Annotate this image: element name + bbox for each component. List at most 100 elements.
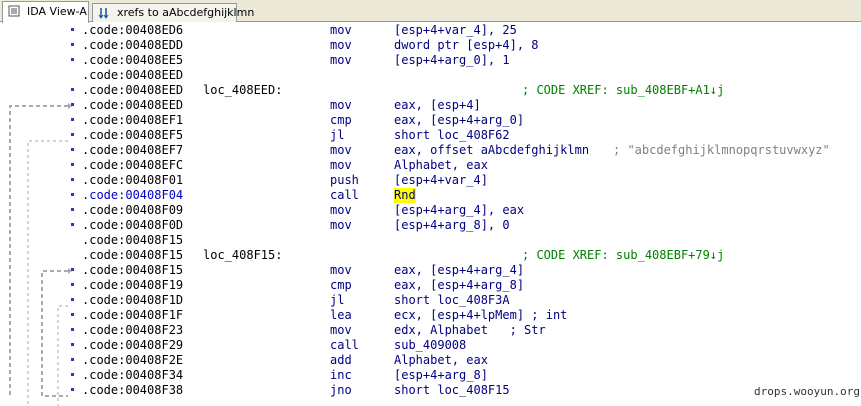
address[interactable]: .code:00408EF5: [82, 128, 183, 143]
address[interactable]: .code:00408F23: [82, 323, 183, 338]
address[interactable]: .code:00408F1F: [82, 308, 183, 323]
operand[interactable]: eax, [esp+4+arg_4]: [394, 263, 524, 278]
address[interactable]: .code:00408F19: [82, 278, 183, 293]
mnemonic: mov: [330, 218, 352, 232]
breakpoint-dot: [71, 193, 74, 196]
mnemonic: jl: [330, 293, 345, 307]
operand[interactable]: eax, offset aAbcdefghijklmn: [394, 143, 589, 158]
breakpoint-dot: [71, 133, 74, 136]
breakpoint-dot: [71, 118, 74, 121]
breakpoint-dot: [71, 373, 74, 376]
breakpoint-dot: [71, 223, 74, 226]
breakpoint-dot: [71, 28, 74, 31]
address[interactable]: .code:00408F29: [82, 338, 183, 353]
mnemonic: mov: [330, 98, 352, 112]
mnemonic: call: [330, 188, 359, 202]
breakpoint-dot: [71, 328, 74, 331]
breakpoint-dot: [71, 358, 74, 361]
address[interactable]: .code:00408F15: [82, 263, 183, 278]
mnemonic: cmp: [330, 113, 352, 127]
breakpoint-dot: [71, 313, 74, 316]
mnemonic: mov: [330, 323, 352, 337]
mnemonic: push: [330, 173, 359, 187]
address[interactable]: .code:00408EF7: [82, 143, 183, 158]
disassembly-listing[interactable]: .code:00408ED6 mov [esp+4+var_4], 25 .code:…: [0, 22, 861, 406]
address[interactable]: .code:00408F09: [82, 203, 183, 218]
operand[interactable]: short loc_408F3A: [394, 293, 510, 308]
operand[interactable]: short loc_408F15: [394, 383, 510, 398]
operand[interactable]: ecx, [esp+4+lpMem] ; int: [394, 308, 567, 323]
xref-comment: ; CODE XREF: sub_408EBF+79↓j: [522, 248, 725, 262]
address[interactable]: .code:00408EED: [82, 98, 183, 113]
address[interactable]: .code:00408EE5: [82, 53, 183, 68]
mnemonic: lea: [330, 308, 352, 322]
address[interactable]: .code:00408EED: [82, 68, 183, 83]
breakpoint-dot: [71, 163, 74, 166]
operand[interactable]: eax, [esp+4+arg_0]: [394, 113, 524, 128]
string-comment: ; "abcdefghijklmnopqrstuvwxyz": [613, 143, 830, 157]
operand[interactable]: eax, [esp+4+arg_8]: [394, 278, 524, 293]
address[interactable]: .code:00408F2E: [82, 353, 183, 368]
tab-label: IDA View-A: [27, 5, 87, 18]
address[interactable]: .code:00408F34: [82, 368, 183, 383]
breakpoint-dot: [71, 283, 74, 286]
address[interactable]: .code:00408F38: [82, 383, 183, 398]
xref-comment: ; CODE XREF: sub_408EBF+A1↓j: [522, 83, 725, 97]
address[interactable]: .code:00408F0D: [82, 218, 183, 233]
tab-bar: IDA View-A xrefs to aAbcdefghijklmn: [0, 0, 861, 23]
mnemonic: jl: [330, 128, 345, 142]
operand[interactable]: sub_409008: [394, 338, 466, 353]
breakpoint-dot: [71, 148, 74, 151]
watermark: drops.wooyun.org: [754, 385, 860, 398]
ida-view-icon: [8, 5, 20, 17]
mnemonic: mov: [330, 38, 352, 52]
address[interactable]: .code:00408F15: [82, 248, 183, 263]
operand[interactable]: dword ptr [esp+4], 8: [394, 38, 539, 53]
address[interactable]: .code:00408F15: [82, 233, 183, 248]
mnemonic: call: [330, 338, 359, 352]
operand[interactable]: [esp+4+var_4]: [394, 173, 488, 188]
code-label[interactable]: loc_408EED:: [203, 83, 282, 98]
tab-label: xrefs to aAbcdefghijklmn: [117, 6, 255, 19]
mnemonic: jno: [330, 383, 352, 397]
operand[interactable]: [esp+4+arg_8]: [394, 368, 488, 383]
breakpoint-dot: [71, 43, 74, 46]
address[interactable]: .code:00408EDD: [82, 38, 183, 53]
breakpoint-dot: [71, 268, 74, 271]
operand[interactable]: Alphabet, eax: [394, 158, 488, 173]
operand[interactable]: Alphabet, eax: [394, 353, 488, 368]
address[interactable]: .code:00408EED: [82, 83, 183, 98]
address[interactable]: .code:00408F04: [82, 188, 183, 203]
operand[interactable]: eax, [esp+4]: [394, 98, 481, 113]
address[interactable]: .code:00408F1D: [82, 293, 183, 308]
address[interactable]: .code:00408EF1: [82, 113, 183, 128]
operand[interactable]: Rnd: [394, 188, 416, 203]
mnemonic: mov: [330, 263, 352, 277]
operand[interactable]: [esp+4+arg_0], 1: [394, 53, 510, 68]
address[interactable]: .code:00408F01: [82, 173, 183, 188]
operand[interactable]: [esp+4+arg_4], eax: [394, 203, 524, 218]
mnemonic: cmp: [330, 278, 352, 292]
operand[interactable]: [esp+4+arg_8], 0: [394, 218, 510, 233]
breakpoint-dot: [71, 103, 74, 106]
breakpoint-dot: [71, 388, 74, 391]
mnemonic: add: [330, 353, 352, 367]
code-label[interactable]: loc_408F15:: [203, 248, 282, 263]
mnemonic: mov: [330, 23, 352, 37]
mnemonic: mov: [330, 158, 352, 172]
tab-ida-view-a[interactable]: IDA View-A: [2, 1, 89, 23]
operand[interactable]: short loc_408F62: [394, 128, 510, 143]
breakpoint-dot: [71, 208, 74, 211]
address[interactable]: .code:00408EFC: [82, 158, 183, 173]
address[interactable]: .code:00408ED6: [82, 23, 183, 38]
mnemonic: inc: [330, 368, 352, 382]
xrefs-icon: [98, 8, 109, 19]
operand[interactable]: [esp+4+var_4], 25: [394, 23, 517, 38]
operand[interactable]: edx, Alphabet ; Str: [394, 323, 546, 338]
tab-xrefs[interactable]: xrefs to aAbcdefghijklmn: [92, 3, 254, 22]
breakpoint-dot: [71, 343, 74, 346]
mnemonic: mov: [330, 53, 352, 67]
mnemonic: mov: [330, 143, 352, 157]
breakpoint-dot: [71, 58, 74, 61]
mnemonic: mov: [330, 203, 352, 217]
